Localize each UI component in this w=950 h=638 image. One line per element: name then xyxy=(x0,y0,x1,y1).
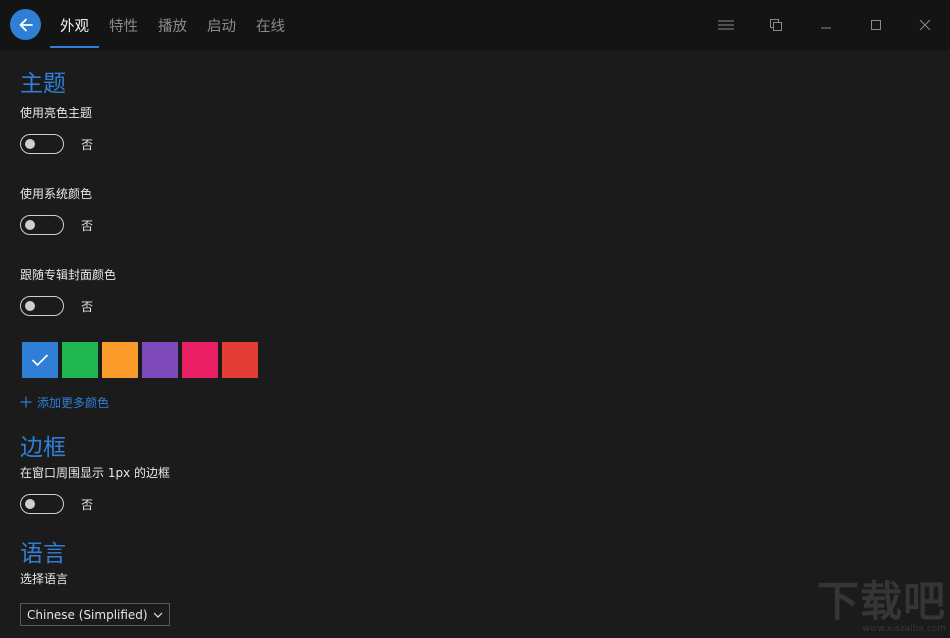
swatch-purple[interactable] xyxy=(142,342,178,378)
minimize-icon xyxy=(821,27,831,29)
album-color-state: 否 xyxy=(81,299,94,314)
tab-features[interactable]: 特性 xyxy=(99,0,148,50)
show-border-toggle[interactable] xyxy=(20,494,64,514)
watermark-logo: 下载吧 www.xiazaiba.com xyxy=(816,577,946,635)
system-color-label: 使用系统颜色 xyxy=(20,187,93,201)
settings-content: 主题 使用亮色主题 否 使用系统颜色 否 跟随专辑封面颜色 否 添加更多颜色 边… xyxy=(20,68,920,626)
system-color-row: 否 xyxy=(20,214,920,236)
compact-mode-button[interactable] xyxy=(751,0,801,50)
close-icon xyxy=(919,19,931,31)
tab-online[interactable]: 在线 xyxy=(246,0,295,50)
maximize-button[interactable] xyxy=(851,0,901,50)
light-theme-row: 否 xyxy=(20,133,920,155)
show-border-row: 否 xyxy=(20,493,920,515)
title-bar: 外观 特性 播放 启动 在线 xyxy=(0,0,950,50)
menu-button[interactable] xyxy=(701,0,751,50)
menu-icon xyxy=(718,20,734,30)
restore-icon xyxy=(770,19,782,31)
section-title-border: 边框 xyxy=(20,435,66,461)
toggle-knob xyxy=(25,219,35,230)
tab-startup[interactable]: 启动 xyxy=(197,0,246,50)
light-theme-label: 使用亮色主题 xyxy=(20,106,93,120)
swatch-blue[interactable] xyxy=(22,342,58,378)
album-color-row: 否 xyxy=(20,295,920,317)
system-color-state: 否 xyxy=(81,218,94,233)
album-color-label: 跟随专辑封面颜色 xyxy=(20,268,117,282)
arrow-left-icon xyxy=(19,18,33,31)
language-label: 选择语言 xyxy=(20,572,69,586)
back-button[interactable] xyxy=(10,9,41,40)
tab-bar: 外观 特性 播放 启动 在线 xyxy=(50,0,295,50)
swatch-green[interactable] xyxy=(62,342,98,378)
swatch-pink[interactable] xyxy=(182,342,218,378)
swatch-red[interactable] xyxy=(222,342,258,378)
section-title-language: 语言 xyxy=(20,541,66,567)
toggle-knob xyxy=(25,138,35,149)
system-color-toggle[interactable] xyxy=(20,215,64,235)
toggle-knob xyxy=(25,498,35,509)
language-select[interactable]: Chinese (Simplified) xyxy=(20,603,170,626)
toggle-knob xyxy=(25,300,35,311)
maximize-icon xyxy=(871,20,881,30)
light-theme-state: 否 xyxy=(81,137,94,152)
plus-icon xyxy=(20,396,32,408)
show-border-state: 否 xyxy=(81,497,94,512)
add-more-colors-link[interactable]: 添加更多颜色 xyxy=(20,393,920,411)
light-theme-toggle[interactable] xyxy=(20,134,64,154)
show-border-label: 在窗口周围显示 1px 的边框 xyxy=(20,466,170,480)
close-button[interactable] xyxy=(900,0,950,50)
chevron-down-icon xyxy=(153,612,163,618)
album-color-toggle[interactable] xyxy=(20,296,64,316)
section-title-theme: 主题 xyxy=(20,71,66,97)
tab-playback[interactable]: 播放 xyxy=(148,0,197,50)
color-swatches xyxy=(22,342,920,378)
checkmark-icon xyxy=(31,354,49,367)
swatch-orange[interactable] xyxy=(102,342,138,378)
tab-appearance[interactable]: 外观 xyxy=(50,0,99,50)
minimize-button[interactable] xyxy=(801,0,851,50)
add-more-colors-label: 添加更多颜色 xyxy=(37,395,110,410)
language-select-value: Chinese (Simplified) xyxy=(27,607,148,622)
watermark-text: 下载吧 xyxy=(816,577,946,626)
